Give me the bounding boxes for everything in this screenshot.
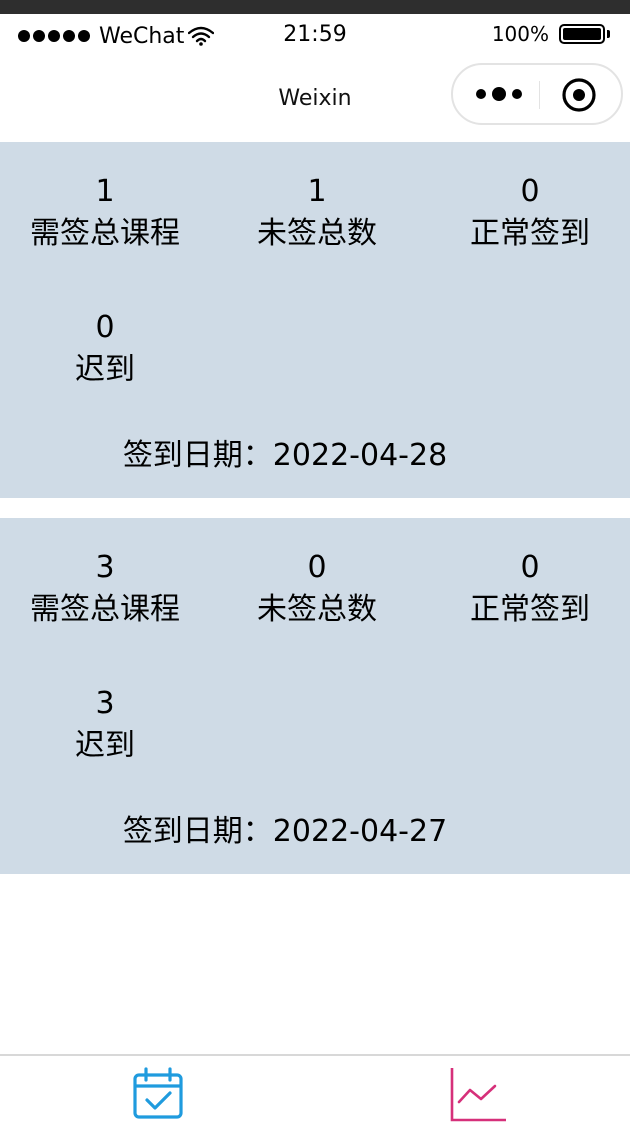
status-right: 100% [492, 22, 610, 46]
stat-unsigned-total: 1 未签总数 [212, 172, 422, 256]
stat-late: 3 迟到 [0, 684, 210, 768]
stat-label: 未签总数 [257, 592, 377, 627]
more-options-button[interactable] [469, 79, 529, 109]
close-mini-program-icon[interactable] [561, 77, 597, 113]
attendance-record-card: 3 需签总课程 0 未签总数 0 正常签到 3 迟到 签到日期：2022-04-… [0, 518, 630, 874]
stat-label: 需签总课程 [30, 216, 180, 251]
stat-label: 正常签到 [470, 216, 590, 251]
bottom-tab-bar [0, 1054, 630, 1122]
capsule-divider [539, 81, 540, 109]
line-chart-icon [450, 1068, 506, 1122]
stat-value: 1 [95, 174, 115, 209]
stat-value: 3 [95, 686, 115, 721]
tab-signin-calendar[interactable] [128, 1066, 188, 1122]
tab-statistics[interactable] [446, 1066, 506, 1122]
stat-late: 0 迟到 [0, 308, 210, 392]
stat-required-courses: 3 需签总课程 [0, 548, 210, 632]
stat-normal-signin: 0 正常签到 [425, 172, 630, 256]
calendar-check-icon [133, 1067, 183, 1119]
stat-value: 0 [95, 310, 115, 345]
more-dot-icon [512, 89, 522, 99]
stat-required-courses: 1 需签总课程 [0, 172, 210, 256]
navigation-bar: Weixin [0, 58, 630, 142]
stat-label: 迟到 [75, 728, 135, 763]
stat-value: 0 [307, 550, 327, 585]
battery-percent: 100% [491, 22, 549, 46]
stat-label: 需签总课程 [30, 592, 180, 627]
more-dot-icon [476, 89, 486, 99]
signin-date: 签到日期：2022-04-27 [122, 814, 448, 849]
signin-date: 签到日期：2022-04-28 [122, 438, 448, 473]
stat-value: 0 [520, 550, 540, 585]
stat-label: 正常签到 [470, 592, 590, 627]
stat-value: 0 [520, 174, 540, 209]
stat-value: 3 [95, 550, 115, 585]
stat-normal-signin: 0 正常签到 [425, 548, 630, 632]
stat-unsigned-total: 0 未签总数 [212, 548, 422, 632]
top-system-strip [0, 0, 630, 14]
battery-cap [607, 30, 610, 38]
status-bar: WeChat 21:59 100% [0, 14, 630, 58]
more-dot-icon [492, 87, 506, 101]
battery-icon [559, 24, 605, 44]
attendance-record-card: 1 需签总课程 1 未签总数 0 正常签到 0 迟到 签到日期：2022-04-… [0, 142, 630, 498]
stat-label: 未签总数 [257, 216, 377, 251]
stat-label: 迟到 [75, 352, 135, 387]
mini-program-capsule [451, 63, 623, 125]
stat-value: 1 [307, 174, 327, 209]
